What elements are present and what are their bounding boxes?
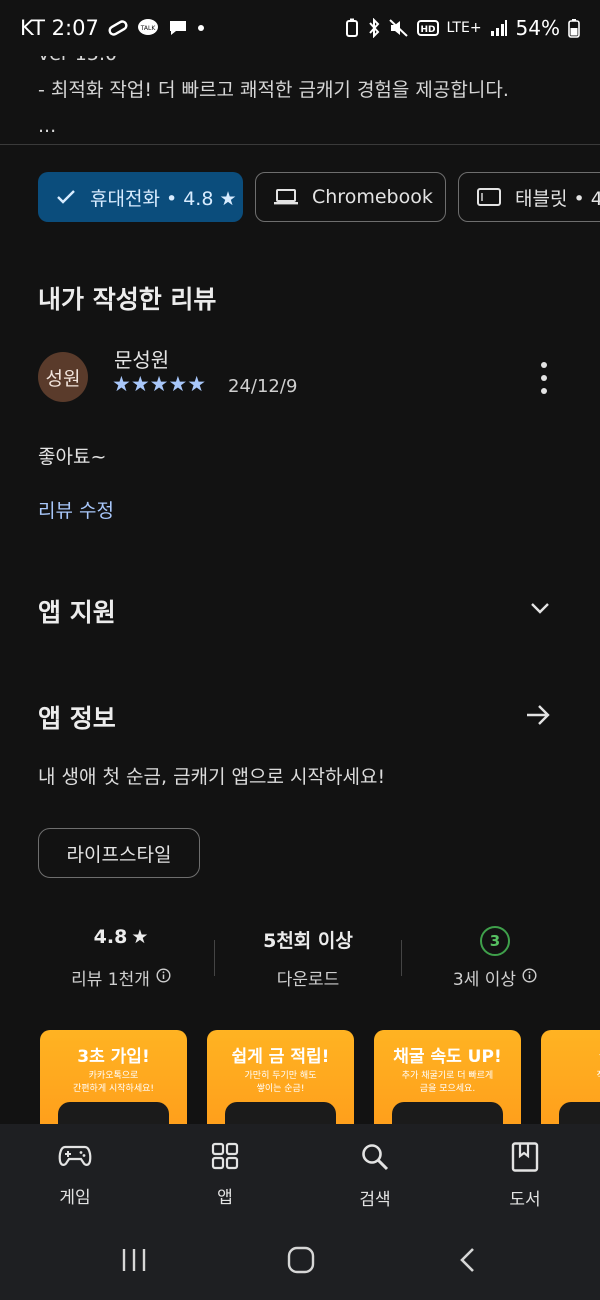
chevron-down-icon[interactable] <box>528 596 552 624</box>
star-icon: ★ <box>131 926 149 948</box>
app-description: 내 생애 첫 순금, 금캐기 앱으로 시작하세요! <box>38 766 386 788</box>
chip-phone[interactable]: 휴대전화 • 4.8 ★ <box>38 172 243 222</box>
nav-search[interactable]: 검색 <box>300 1124 450 1222</box>
screenshot-card[interactable]: 실물 적립한 금 전환할 <box>541 1030 600 1126</box>
battery-percent: 54% <box>515 16 560 40</box>
screenshot-subtitle: 추가 채굴기로 더 빠르게 금을 모으세요. <box>401 1071 494 1094</box>
chip-tablet-label: 태블릿 • 4.9 <box>515 187 600 210</box>
battery-icon <box>568 18 580 38</box>
my-review-title: 내가 작성한 리뷰 <box>38 285 217 314</box>
screenshot-card[interactable]: 3초 가입! 카카오톡으로 간편하게 시작하세요! <box>40 1030 187 1126</box>
screenshot-subtitle: 적립한 금 전환할 <box>547 1070 600 1096</box>
arrow-right-icon[interactable] <box>524 701 552 733</box>
nav-apps[interactable]: 앱 <box>150 1124 300 1222</box>
age-rating-label: 3세 이상 <box>452 970 517 990</box>
chip-chromebook-label: Chromebook <box>312 186 433 208</box>
app-support-title: 앱 지원 <box>38 598 116 627</box>
hd-voice-icon: HD <box>416 19 439 37</box>
tablet-icon <box>477 188 501 206</box>
bottom-navigation: 게임 앱 검색 도서 <box>0 1124 600 1222</box>
recent-apps-icon[interactable] <box>119 1246 149 1274</box>
stat-downloads: 5천회 이상 다운로드 <box>215 926 401 990</box>
rating-label-row: 리뷰 1천개 <box>71 965 171 990</box>
screenshot-card[interactable]: 채굴 속도 UP! 추가 채굴기로 더 빠르게 금을 모으세요. <box>374 1030 521 1126</box>
svg-text:TALK: TALK <box>140 25 157 32</box>
laptop-icon <box>274 188 298 206</box>
review-text: 좋아툐~ <box>38 446 107 468</box>
edit-review-link[interactable]: 리뷰 수정 <box>38 496 114 523</box>
screenshot-title: 채굴 속도 UP! <box>393 1047 502 1067</box>
more-options-icon[interactable] <box>534 362 554 394</box>
check-icon <box>56 189 76 205</box>
phone-mockup <box>58 1102 169 1126</box>
app-info-title: 앱 정보 <box>38 704 116 733</box>
battery-saver-icon <box>345 18 359 38</box>
bluetooth-icon <box>367 18 381 38</box>
home-icon[interactable] <box>286 1246 316 1274</box>
chip-chromebook[interactable]: Chromebook <box>255 172 446 222</box>
link-icon <box>107 19 129 37</box>
reviewer-name: 문성원 <box>114 348 170 372</box>
screenshot-carousel[interactable]: 3초 가입! 카카오톡으로 간편하게 시작하세요! 쉽게 금 적립! 가만히 두… <box>40 1030 600 1126</box>
book-icon <box>511 1142 539 1177</box>
info-icon[interactable] <box>522 967 537 988</box>
rating-value-row: 4.8 ★ <box>94 926 149 948</box>
nav-books[interactable]: 도서 <box>450 1124 600 1222</box>
screenshot-card[interactable]: 쉽게 금 적립! 가만히 두기만 해도 쌓이는 순금! <box>207 1030 354 1126</box>
nav-apps-label: 앱 <box>217 1188 233 1208</box>
kakaotalk-icon: TALK <box>137 18 159 38</box>
apps-grid-icon <box>210 1142 240 1175</box>
whats-new-note: - 최적화 작업! 더 빠르고 쾌적한 금캐기 경험을 제공합니다. <box>38 79 509 101</box>
nav-search-label: 검색 <box>359 1190 391 1210</box>
network-type: LTE+ <box>446 20 482 36</box>
chip-tablet[interactable]: 태블릿 • 4.9 <box>458 172 600 222</box>
gamepad-icon <box>58 1142 92 1175</box>
section-divider <box>0 144 600 145</box>
nav-games[interactable]: 게임 <box>0 1124 150 1222</box>
nav-books-label: 도서 <box>509 1190 541 1210</box>
avatar: 성원 <box>38 352 88 402</box>
screenshot-subtitle: 카카오톡으로 간편하게 시작하세요! <box>73 1071 154 1094</box>
status-carrier-time: KT 2:07 <box>20 16 99 40</box>
rating-value: 4.8 <box>93 926 128 948</box>
system-navigation-bar <box>0 1222 600 1300</box>
downloads-label: 다운로드 <box>276 970 340 990</box>
search-icon <box>360 1142 390 1177</box>
nav-games-label: 게임 <box>59 1188 91 1208</box>
phone-mockup <box>225 1102 336 1126</box>
back-icon[interactable] <box>456 1246 480 1274</box>
info-icon[interactable] <box>156 967 171 988</box>
device-filter-chips: 휴대전화 • 4.8 ★ Chromebook 태블릿 • 4.9 <box>38 172 600 222</box>
chat-bubble-icon <box>167 18 189 38</box>
screenshot-title: 실물 <box>541 1042 600 1067</box>
age-label-row: 3세 이상 <box>453 965 537 990</box>
downloads-value: 5천회 이상 <box>263 930 353 952</box>
phone-mockup <box>392 1102 503 1126</box>
status-bar: KT 2:07 TALK HD LTE+ 54% <box>0 0 600 56</box>
stat-age-rating: 3 3세 이상 <box>402 926 588 990</box>
screenshot-subtitle: 가만히 두기만 해도 쌓이는 순금! <box>244 1071 317 1094</box>
stat-rating: 4.8 ★ 리뷰 1천개 <box>28 926 214 990</box>
signal-icon <box>490 19 508 37</box>
screenshot-title: 쉽게 금 적립! <box>231 1047 330 1067</box>
svg-text:HD: HD <box>420 25 435 35</box>
chip-phone-label: 휴대전화 • 4.8 ★ <box>90 187 237 210</box>
whats-new-ellipsis: ... <box>38 115 57 137</box>
phone-mockup <box>559 1102 600 1126</box>
mute-icon <box>388 18 409 38</box>
age-rating-badge: 3 <box>480 926 510 956</box>
review-date: 24/12/9 <box>228 376 298 397</box>
category-chip[interactable]: 라이프스타일 <box>38 828 200 878</box>
review-stars: ★★★★★ <box>112 372 207 396</box>
my-review-card: 성원 문성원 ★★★★★ 24/12/9 <box>38 344 562 424</box>
screenshot-title: 3초 가입! <box>77 1047 150 1067</box>
reviews-count-label: 리뷰 1천개 <box>71 970 150 990</box>
notification-dot-icon <box>197 24 205 32</box>
app-stats: 4.8 ★ 리뷰 1천개 5천회 이상 다운로드 3 3세 이상 <box>28 926 588 996</box>
